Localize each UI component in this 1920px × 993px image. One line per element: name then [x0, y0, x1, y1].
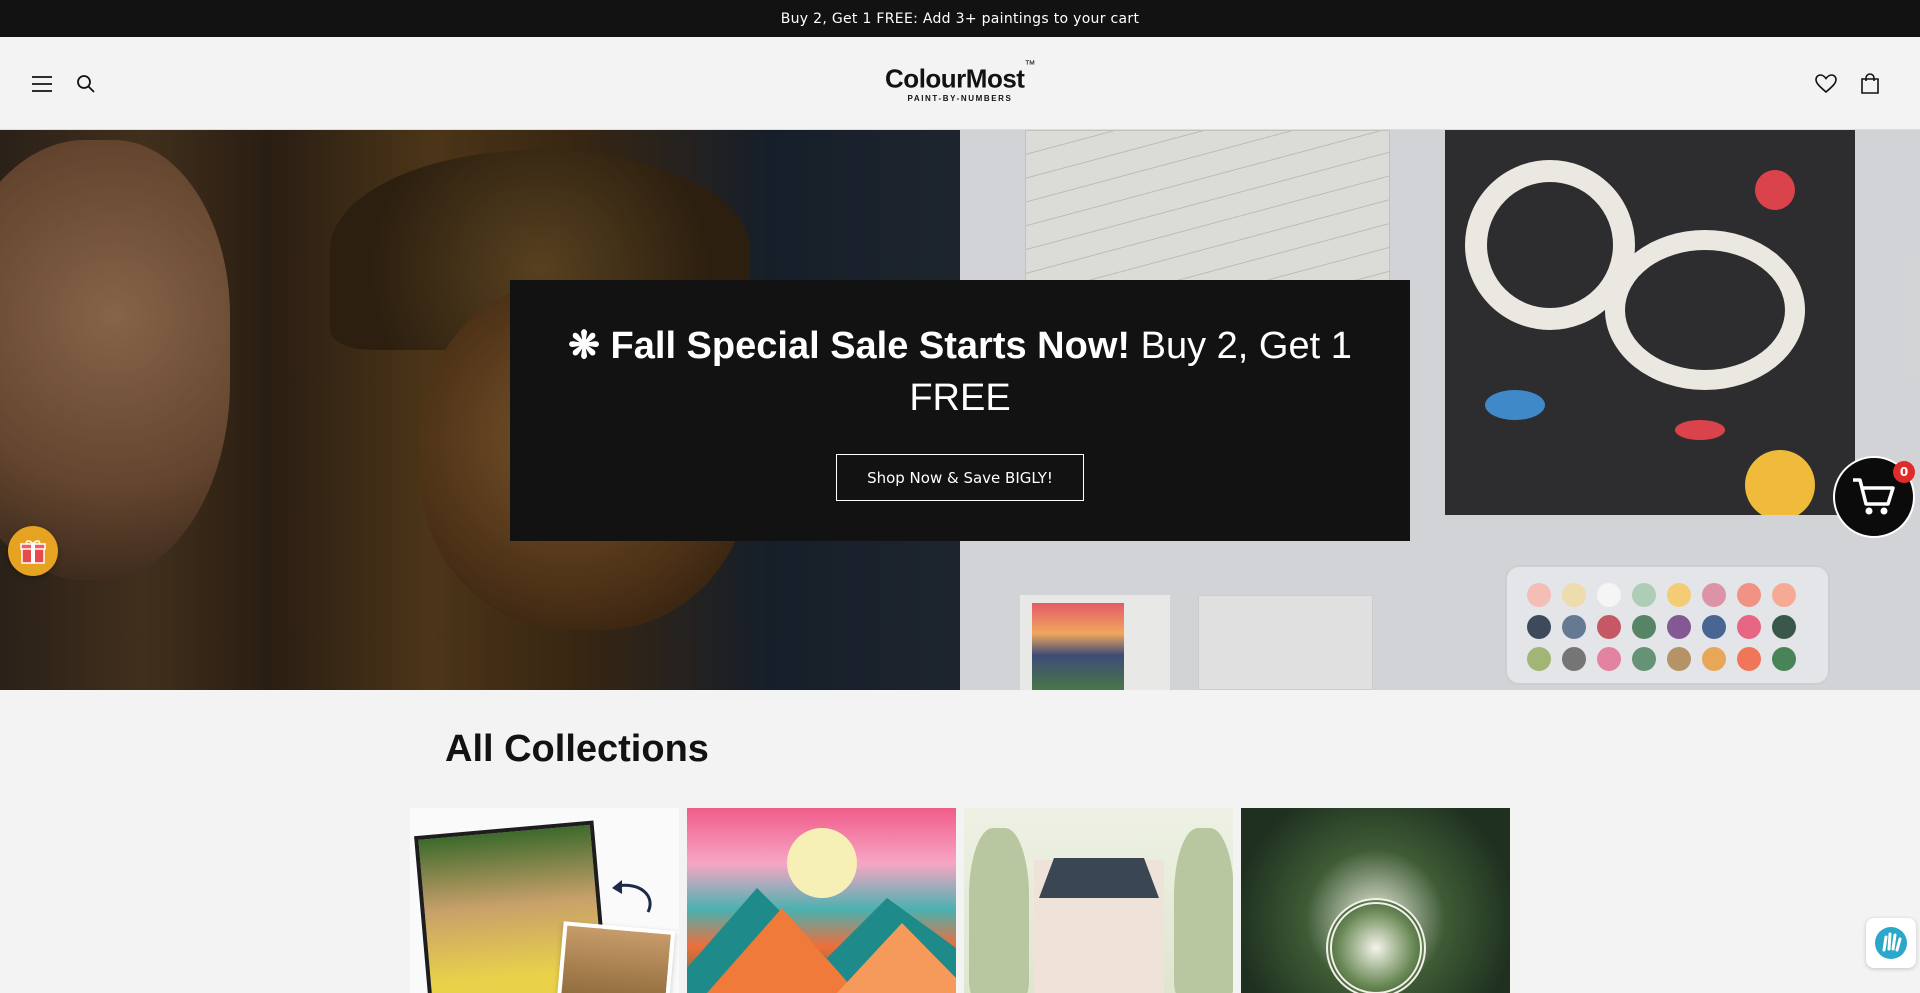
collection-card-custom[interactable]: [410, 808, 679, 993]
collection-card-house[interactable]: [964, 808, 1233, 993]
collection-card-landscape[interactable]: [687, 808, 956, 993]
card3-tree-right: [1174, 828, 1233, 993]
announcement-bar: Buy 2, Get 1 FREE: Add 3+ paintings to y…: [0, 0, 1920, 37]
announcement-text: Buy 2, Get 1 FREE: Add 3+ paintings to y…: [780, 10, 1140, 27]
card2-mountains: [687, 888, 956, 993]
card4-mandala: [1326, 898, 1426, 993]
search-icon[interactable]: [71, 69, 101, 99]
hero-promo-box: ❋ Fall Special Sale Starts Now! Buy 2, G…: [510, 280, 1410, 541]
hero-title: ❋ Fall Special Sale Starts Now! Buy 2, G…: [568, 325, 1352, 419]
menu-icon[interactable]: [27, 69, 57, 99]
gift-icon[interactable]: [8, 526, 58, 576]
collections-title: All Collections: [445, 728, 709, 770]
logo-tagline: PAINT-BY-NUMBERS: [907, 93, 1013, 103]
cart-count-badge: 0: [1893, 461, 1915, 483]
floating-cart-icon: [1853, 478, 1895, 515]
cart-icon[interactable]: [1855, 69, 1885, 99]
heart-icon[interactable]: [1811, 69, 1841, 99]
logo-brand: ColourMost™: [885, 59, 1035, 94]
arrow-icon: [612, 880, 652, 913]
hero-banner: ❋ Fall Special Sale Starts Now! Buy 2, G…: [0, 130, 1920, 690]
card1-photo-small: [556, 921, 676, 993]
site-header: ColourMost™ PAINT-BY-NUMBERS: [0, 37, 1920, 130]
accessibility-hand-icon[interactable]: [1866, 918, 1916, 968]
collection-card-mandala[interactable]: [1241, 808, 1510, 993]
card3-tree-left: [969, 828, 1029, 993]
shop-now-button[interactable]: Shop Now & Save BIGLY!: [836, 454, 1084, 501]
site-logo[interactable]: ColourMost™ PAINT-BY-NUMBERS: [880, 59, 1040, 107]
